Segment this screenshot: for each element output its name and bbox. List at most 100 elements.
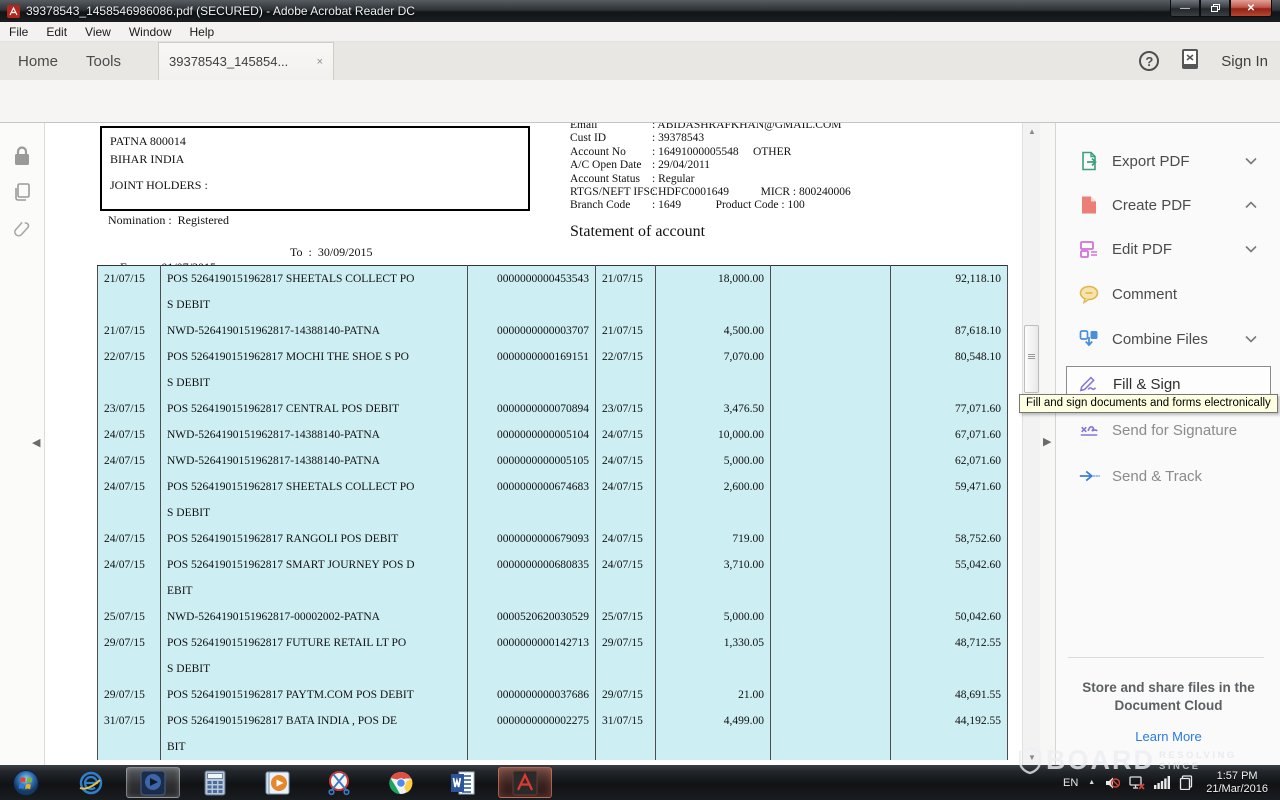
internet-explorer-icon[interactable] — [64, 767, 118, 798]
main-toolbar: / 4 98.9% ▼ — [0, 80, 1280, 123]
table-row: 22/07/15POS 5264190151962817 MOCHI THE S… — [98, 344, 1008, 396]
left-tools-rail: ◀ — [0, 123, 45, 765]
sidebar-item-send-for-signature[interactable]: Send for Signature — [1066, 412, 1271, 448]
volume-muted-icon[interactable] — [1105, 776, 1120, 790]
account-info-line: Email: ABIDASHRAFKHAN@GMAIL.COM — [570, 123, 851, 132]
expand-right-pane-arrow[interactable]: ▶ — [1043, 435, 1051, 448]
clock-date: 21/Mar/2016 — [1206, 783, 1268, 796]
account-holder-address-box: PATNA 800014 BIHAR INDIA JOINT HOLDERS : — [100, 126, 530, 211]
transactions-table: 21/07/15POS 5264190151962817 SHEETALS CO… — [97, 265, 1008, 760]
address-city-line: PATNA 800014 — [110, 134, 186, 149]
menu-file[interactable]: File — [0, 23, 37, 41]
help-icon[interactable]: ? — [1139, 51, 1159, 71]
tab-home[interactable]: Home — [4, 42, 72, 80]
account-info-line: Branch Code: 1649 Product Code : 100 — [570, 199, 851, 212]
table-row: 21/07/15POS 5264190151962817 SHEETALS CO… — [98, 266, 1008, 319]
scroll-down-arrow[interactable]: ▼ — [1023, 749, 1041, 765]
menu-bar: File Edit View Window Help — [0, 22, 1280, 42]
scroll-up-arrow[interactable]: ▲ — [1023, 123, 1041, 139]
adobe-reader-app-icon — [7, 5, 20, 18]
menu-window[interactable]: Window — [120, 23, 181, 41]
tab-close-icon[interactable]: × — [317, 56, 323, 68]
joint-holders-line: JOINT HOLDERS : — [110, 178, 208, 193]
tab-document-label: 39378543_145854... — [169, 54, 311, 69]
sidebar-item-edit-pdf[interactable]: Edit PDF — [1066, 231, 1271, 267]
table-row: 29/07/15POS 5264190151962817 PAYTM.COM P… — [98, 682, 1008, 708]
minimize-button[interactable]: — — [1170, 0, 1200, 17]
close-button[interactable]: ✕ — [1230, 0, 1272, 17]
sidebar-item-create-pdf[interactable]: Create PDF — [1066, 187, 1271, 223]
windows-taskbar: EN ▲ 1:57 PM 21/Mar/2016 — [0, 765, 1280, 800]
show-hidden-icons-arrow[interactable]: ▲ — [1088, 779, 1095, 786]
sidebar-divider — [1068, 657, 1264, 658]
document-cloud-promo: Store and share files in the Document Cl… — [1056, 679, 1280, 746]
tab-document[interactable]: 39378543_145854... × — [158, 42, 334, 80]
table-row: 24/07/15POS 5264190151962817 SMART JOURN… — [98, 552, 1008, 604]
menu-view[interactable]: View — [76, 23, 120, 41]
snipping-tool-icon[interactable] — [312, 767, 366, 798]
sidebar-item-send-track[interactable]: Send & Track — [1066, 458, 1271, 494]
send-signature-icon — [1078, 419, 1100, 441]
right-pane-strip: ▶ — [1040, 123, 1055, 765]
combine-files-icon — [1078, 328, 1100, 350]
scrollbar-thumb[interactable] — [1024, 325, 1039, 393]
network-disconnected-icon[interactable] — [1129, 776, 1145, 790]
attachments-paperclip-icon[interactable] — [12, 219, 32, 246]
taskbar-clock[interactable]: 1:57 PM 21/Mar/2016 — [1206, 770, 1268, 796]
sidebar-item-label: Fill & Sign — [1113, 376, 1270, 393]
restore-icon — [1211, 4, 1220, 12]
table-row: 24/07/15POS 5264190151962817 RANGOLI POS… — [98, 526, 1008, 552]
calculator-icon[interactable] — [188, 767, 242, 798]
action-center-icon[interactable] — [1179, 775, 1193, 790]
sidebar-item-label: Send for Signature — [1112, 422, 1271, 439]
vertical-scrollbar[interactable]: ▲ ▼ — [1022, 123, 1040, 765]
tab-strip: Home Tools 39378543_145854... × ? Sign I… — [0, 42, 1280, 80]
sidebar-item-label: Send & Track — [1112, 468, 1271, 485]
sidebar-item-export-pdf[interactable]: Export PDF — [1066, 143, 1271, 179]
promo-line1: Store and share files in the — [1056, 679, 1280, 697]
tab-tools[interactable]: Tools — [72, 42, 135, 80]
fill-sign-tooltip: Fill and sign documents and forms electr… — [1019, 394, 1278, 413]
media-app-icon[interactable] — [126, 767, 180, 798]
security-lock-icon[interactable] — [12, 145, 32, 172]
windows-media-player-icon[interactable] — [250, 767, 304, 798]
account-info-line: A/C Open Date: 29/04/2011 — [570, 159, 851, 172]
start-button[interactable] — [4, 767, 48, 798]
sidebar-item-combine-files[interactable]: Combine Files — [1066, 321, 1271, 357]
menu-help[interactable]: Help — [181, 23, 224, 41]
signal-strength-icon[interactable] — [1154, 776, 1170, 789]
fill-sign-icon — [1079, 373, 1101, 395]
account-info-line: RTGS/NEFT IFSC: HDFC0001649 MICR : 80024… — [570, 186, 851, 199]
period-to: To : 30/09/2015 — [290, 245, 373, 260]
send-track-icon — [1078, 465, 1100, 487]
sidebar-item-comment[interactable]: Comment — [1066, 276, 1271, 312]
learn-more-link[interactable]: Learn More — [1135, 729, 1201, 744]
account-info-line: Account No: 16491000005548 OTHER — [570, 146, 851, 159]
sidebar-item-label: Edit PDF — [1112, 241, 1245, 258]
collapse-left-pane-arrow[interactable]: ◀ — [32, 436, 40, 449]
chevron-down-icon — [1245, 240, 1257, 258]
address-state-line: BIHAR INDIA — [110, 152, 184, 167]
table-row: 21/07/15NWD-5264190151962817-14388140-PA… — [98, 318, 1008, 344]
language-indicator[interactable]: EN — [1063, 777, 1078, 789]
menu-edit[interactable]: Edit — [37, 23, 76, 41]
sidebar-item-label: Combine Files — [1112, 331, 1245, 348]
table-row: 25/07/15NWD-5264190151962817-00002002-PA… — [98, 604, 1008, 630]
restore-button[interactable] — [1200, 0, 1230, 17]
account-info-line: Account Status: Regular — [570, 173, 851, 186]
export-pdf-icon — [1078, 150, 1100, 172]
table-row: 24/07/15NWD-5264190151962817-14388140-PA… — [98, 448, 1008, 474]
mobile-device-icon[interactable] — [1181, 48, 1199, 75]
statement-title: Statement of account — [570, 223, 705, 241]
create-pdf-icon — [1078, 194, 1100, 216]
chrome-icon[interactable] — [374, 767, 428, 798]
adobe-reader-icon[interactable] — [498, 767, 552, 798]
clock-time: 1:57 PM — [1206, 770, 1268, 783]
sign-in-button[interactable]: Sign In — [1221, 53, 1268, 70]
page-thumbnails-icon[interactable] — [12, 181, 32, 208]
sidebar-item-label: Export PDF — [1112, 153, 1245, 170]
chevron-down-icon — [1245, 152, 1257, 170]
word-icon[interactable] — [436, 767, 490, 798]
table-row: 24/07/15NWD-5264190151962817-14388140-PA… — [98, 422, 1008, 448]
system-tray: EN ▲ 1:57 PM 21/Mar/2016 — [1063, 765, 1280, 800]
